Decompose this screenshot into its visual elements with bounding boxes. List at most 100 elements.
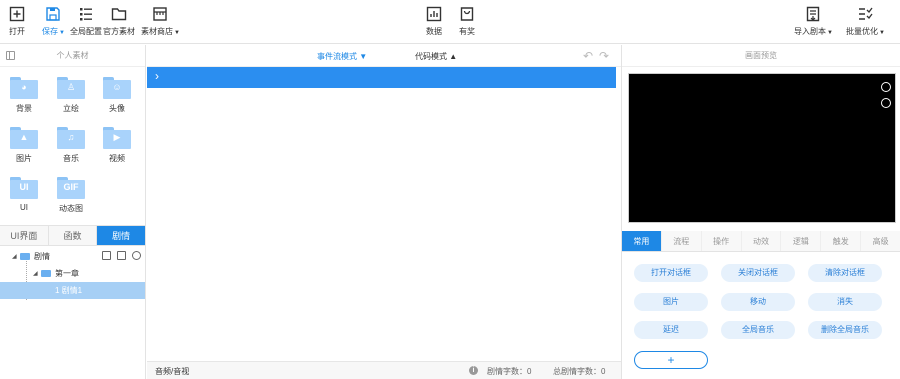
tree-scene[interactable]: 1 剧情1: [0, 282, 145, 299]
material-panel-header: 个人素材: [0, 45, 145, 67]
video-icon: ▶: [103, 127, 131, 149]
hide-command-button[interactable]: 消失: [808, 293, 882, 311]
material-folder-image[interactable]: ▲ 图片: [4, 127, 44, 164]
tab-trigger[interactable]: 触发: [821, 231, 862, 251]
material-folder-avatar[interactable]: ☺ 头像: [97, 77, 137, 114]
publish-button[interactable]: 有奖: [459, 6, 475, 37]
data-button[interactable]: 数据: [426, 6, 442, 37]
tab-functions[interactable]: 函数: [48, 226, 98, 245]
tab-common[interactable]: 常用: [622, 231, 662, 251]
list-icon: [80, 8, 92, 21]
delay-command-button[interactable]: 延迟: [634, 321, 708, 339]
info-icon[interactable]: i: [469, 366, 478, 375]
redo-icon[interactable]: ↷: [599, 49, 609, 63]
material-folder-portrait[interactable]: ♙ 立绘: [51, 77, 91, 114]
palette-icon: ◕: [10, 77, 38, 99]
expand-triangle-icon: ◢: [33, 271, 38, 277]
official-material-label: 官方素材: [103, 27, 135, 36]
material-store-button[interactable]: 素材商店▼: [141, 6, 180, 37]
caret-down-icon: ▼: [359, 52, 368, 61]
import-doc-icon: [807, 6, 820, 22]
caret-down-icon: ▼: [879, 30, 885, 36]
save-label: 保存: [42, 27, 58, 36]
plot-char-count: 剧情字数：0: [487, 367, 532, 376]
material-label: 音乐: [63, 154, 79, 163]
left-tabs: UI界面 函数 剧情: [0, 225, 146, 246]
publish-label: 有奖: [459, 27, 475, 36]
material-grid: ◕ 背景 ♙ 立绘 ☺ 头像 ▲ 图片 ♫ 音乐 ▶ 视频 UI UI GIF …: [0, 67, 145, 223]
global-config-button[interactable]: 全局配置: [70, 6, 102, 37]
material-label: 立绘: [63, 104, 79, 113]
image-icon: ▲: [10, 127, 38, 149]
collapse-panel-icon[interactable]: [6, 51, 15, 60]
tree-toolbar: [102, 251, 141, 260]
editor-header: 事件流模式 ▼ 代码模式 ▲ ↶ ↷: [147, 45, 621, 67]
move-command-button[interactable]: 移动: [721, 293, 795, 311]
tab-advanced[interactable]: 高级: [861, 231, 900, 251]
avatar-icon: ☺: [103, 77, 131, 99]
tab-operation[interactable]: 操作: [701, 231, 742, 251]
left-panel: 个人素材 ◕ 背景 ♙ 立绘 ☺ 头像 ▲ 图片 ♫ 音乐 ▶ 视频 UI UI…: [0, 45, 146, 379]
plus-square-icon: [9, 6, 25, 22]
material-folder-background[interactable]: ◕ 背景: [4, 77, 44, 114]
tab-flow[interactable]: 流程: [661, 231, 702, 251]
undo-icon[interactable]: ↶: [583, 49, 593, 63]
caret-down-icon: ▼: [827, 30, 833, 36]
tab-effect[interactable]: 动效: [741, 231, 782, 251]
import-script-button[interactable]: 导入剧本▼: [794, 6, 833, 37]
code-mode-toggle[interactable]: 代码模式 ▲: [415, 51, 457, 62]
add-command-button[interactable]: +: [634, 351, 708, 369]
save-button[interactable]: 保存▼: [42, 6, 65, 37]
material-folder-gif[interactable]: GIF 动态图: [51, 177, 91, 214]
close-dialog-button[interactable]: 关闭对话框: [721, 264, 795, 282]
tree-scene-label: 1 剧情1: [55, 286, 83, 295]
selected-code-line[interactable]: ›: [147, 67, 616, 88]
material-folder-video[interactable]: ▶ 视频: [97, 127, 137, 164]
tab-ui-interface[interactable]: UI界面: [0, 226, 49, 245]
expand-triangle-icon: ◢: [12, 254, 17, 260]
caret-down-icon: ▼: [174, 30, 180, 36]
folder-icon: [111, 8, 127, 21]
open-label: 打开: [9, 27, 25, 36]
batch-optimize-button[interactable]: 批量优化▼: [846, 6, 885, 37]
tab-logic[interactable]: 逻辑: [781, 231, 822, 251]
new-file-icon[interactable]: [117, 251, 126, 260]
skip-icon[interactable]: [881, 98, 891, 108]
tree-chapter[interactable]: ◢ 第一章: [0, 265, 145, 282]
new-folder-icon[interactable]: [102, 251, 111, 260]
open-button[interactable]: 打开: [9, 6, 25, 37]
event-mode-label: 事件流模式: [317, 52, 357, 61]
menu-icon[interactable]: [881, 82, 891, 92]
audio-video-tab[interactable]: 音频/音视: [155, 366, 189, 377]
material-label: 图片: [16, 154, 32, 163]
image-command-button[interactable]: 图片: [634, 293, 708, 311]
search-icon[interactable]: [132, 251, 141, 260]
clear-dialog-button[interactable]: 清除对话框: [808, 264, 882, 282]
command-tabs: 常用 流程 操作 动效 逻辑 触发 高级: [622, 231, 900, 252]
editor-app: 打开 保存▼ 全局配置 官方素材 素材商店▼ 数据 有奖 导入剧本▼ 批量优化▼…: [0, 0, 900, 379]
gif-folder-icon: GIF: [57, 177, 85, 199]
open-dialog-button[interactable]: 打开对话框: [634, 264, 708, 282]
tree-root[interactable]: ◢ 剧情: [0, 248, 145, 265]
caret-down-icon: ▼: [59, 30, 65, 36]
person-icon: ♙: [57, 77, 85, 99]
material-label: 背景: [16, 104, 32, 113]
global-config-label: 全局配置: [70, 27, 102, 36]
bar-chart-icon: [426, 6, 442, 22]
event-mode-toggle[interactable]: 事件流模式 ▼: [317, 51, 367, 62]
material-folder-music[interactable]: ♫ 音乐: [51, 127, 91, 164]
music-icon: ♫: [57, 127, 85, 149]
official-material-button[interactable]: 官方素材: [103, 6, 135, 37]
global-music-button[interactable]: 全局音乐: [721, 321, 795, 339]
editor-panel: 事件流模式 ▼ 代码模式 ▲ ↶ ↷ › 音频/音视 i 剧情字数：0 总剧情字…: [147, 45, 621, 379]
data-label: 数据: [426, 27, 442, 36]
material-folder-ui[interactable]: UI UI: [4, 177, 44, 212]
tab-plot[interactable]: 剧情: [97, 226, 146, 245]
folder-icon: [20, 253, 30, 260]
batch-optimize-label: 批量优化: [846, 27, 878, 36]
material-label: 动态图: [59, 204, 83, 213]
top-toolbar: 打开 保存▼ 全局配置 官方素材 素材商店▼ 数据 有奖 导入剧本▼ 批量优化▼: [0, 0, 900, 44]
delete-global-music-button[interactable]: 删除全局音乐: [808, 321, 882, 339]
preview-screen[interactable]: [628, 73, 896, 223]
material-panel-title: 个人素材: [56, 51, 89, 60]
